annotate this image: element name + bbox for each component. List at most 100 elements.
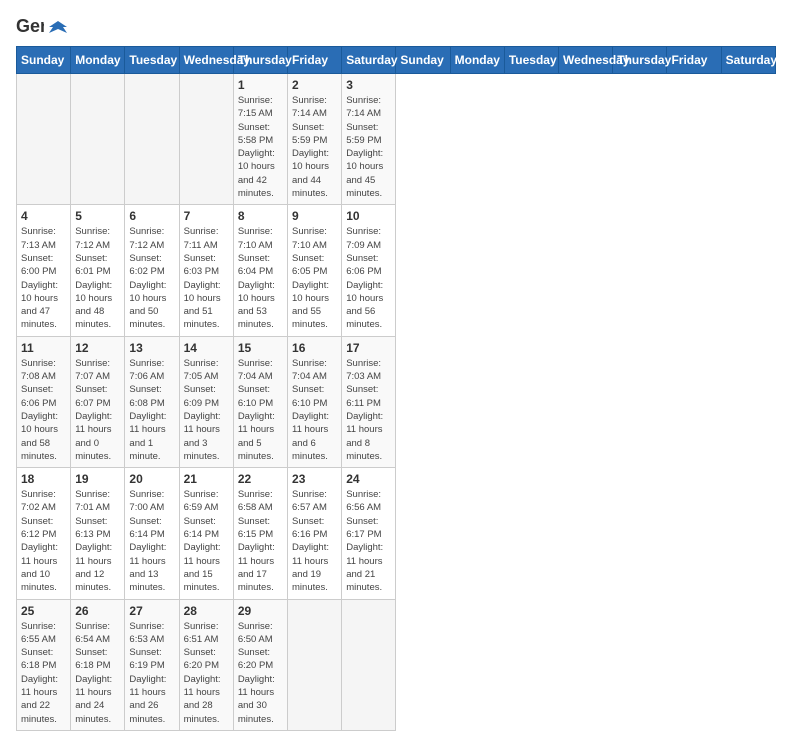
calendar-cell: 16Sunrise: 7:04 AM Sunset: 6:10 PM Dayli… <box>288 336 342 467</box>
day-number: 27 <box>129 604 174 618</box>
day-number: 4 <box>21 209 66 223</box>
calendar-cell: 9 Sunrise: 7:10 AM Sunset: 6:05 PM Daylig… <box>288 205 342 336</box>
calendar-cell <box>342 599 396 730</box>
calendar-week-row: 4 Sunrise: 7:13 AM Sunset: 6:00 PM Daylig… <box>17 205 776 336</box>
day-number: 14 <box>184 341 229 355</box>
day-number: 15 <box>238 341 283 355</box>
day-info: Sunrise: 7:07 AM Sunset: 6:07 PM Dayligh… <box>75 357 120 463</box>
svg-text:General: General <box>16 16 44 36</box>
day-info: Sunrise: 6:53 AM Sunset: 6:19 PM Dayligh… <box>129 620 174 726</box>
day-number: 28 <box>184 604 229 618</box>
calendar-cell: 14 Sunrise: 7:05 AM Sunset: 6:09 PM Dayli… <box>179 336 233 467</box>
calendar-cell: 25 Sunrise: 6:55 AM Sunset: 6:18 PM Dayli… <box>17 599 71 730</box>
day-info: Sunrise: 7:14 AM Sunset: 5:59 PM Dayligh… <box>346 94 391 200</box>
day-info: Sunrise: 7:00 AM Sunset: 6:14 PM Dayligh… <box>129 488 174 594</box>
calendar-cell: 23 Sunrise: 6:57 AM Sunset: 6:16 PM Dayli… <box>288 468 342 599</box>
day-number: 5 <box>75 209 120 223</box>
day-number: 1 <box>238 78 283 92</box>
calendar-cell: 6Sunrise: 7:12 AM Sunset: 6:02 PM Daylig… <box>125 205 179 336</box>
day-info: Sunrise: 7:02 AM Sunset: 6:12 PM Dayligh… <box>21 488 66 594</box>
day-info: Sunrise: 7:10 AM Sunset: 6:05 PM Dayligh… <box>292 225 337 331</box>
day-number: 7 <box>184 209 229 223</box>
day-info: Sunrise: 7:11 AM Sunset: 6:03 PM Dayligh… <box>184 225 229 331</box>
day-number: 20 <box>129 472 174 486</box>
day-number: 22 <box>238 472 283 486</box>
calendar-cell <box>17 74 71 205</box>
calendar-week-row: 25 Sunrise: 6:55 AM Sunset: 6:18 PM Dayli… <box>17 599 776 730</box>
day-info: Sunrise: 7:09 AM Sunset: 6:06 PM Dayligh… <box>346 225 391 331</box>
day-info: Sunrise: 7:05 AM Sunset: 6:09 PM Dayligh… <box>184 357 229 463</box>
calendar-cell: 2 Sunrise: 7:14 AM Sunset: 5:59 PM Daylig… <box>288 74 342 205</box>
day-number: 9 <box>292 209 337 223</box>
day-number: 8 <box>238 209 283 223</box>
weekday-header-thursday: Thursday <box>613 47 667 74</box>
calendar-cell: 12 Sunrise: 7:07 AM Sunset: 6:07 PM Dayli… <box>71 336 125 467</box>
logo-icon: General <box>16 16 44 38</box>
calendar-cell: 27 Sunrise: 6:53 AM Sunset: 6:19 PM Dayli… <box>125 599 179 730</box>
header-wednesday: Wednesday <box>179 47 233 74</box>
calendar-cell: 11Sunrise: 7:08 AM Sunset: 6:06 PM Dayli… <box>17 336 71 467</box>
day-info: Sunrise: 6:55 AM Sunset: 6:18 PM Dayligh… <box>21 620 66 726</box>
day-number: 13 <box>129 341 174 355</box>
calendar-cell: 13 Sunrise: 7:06 AM Sunset: 6:08 PM Dayli… <box>125 336 179 467</box>
day-info: Sunrise: 7:08 AM Sunset: 6:06 PM Dayligh… <box>21 357 66 463</box>
day-number: 23 <box>292 472 337 486</box>
day-number: 12 <box>75 341 120 355</box>
calendar-cell: 20 Sunrise: 7:00 AM Sunset: 6:14 PM Dayli… <box>125 468 179 599</box>
day-number: 10 <box>346 209 391 223</box>
calendar-header-row: SundayMondayTuesdayWednesdayThursdayFrid… <box>17 47 776 74</box>
day-number: 16 <box>292 341 337 355</box>
calendar-cell <box>125 74 179 205</box>
calendar-cell: 29Sunrise: 6:50 AM Sunset: 6:20 PM Dayli… <box>233 599 287 730</box>
day-info: Sunrise: 7:10 AM Sunset: 6:04 PM Dayligh… <box>238 225 283 331</box>
header-saturday: Saturday <box>342 47 396 74</box>
day-number: 18 <box>21 472 66 486</box>
day-info: Sunrise: 6:58 AM Sunset: 6:15 PM Dayligh… <box>238 488 283 594</box>
day-info: Sunrise: 7:01 AM Sunset: 6:13 PM Dayligh… <box>75 488 120 594</box>
day-info: Sunrise: 7:13 AM Sunset: 6:00 PM Dayligh… <box>21 225 66 331</box>
page-header: General <box>16 16 776 38</box>
day-number: 26 <box>75 604 120 618</box>
day-info: Sunrise: 7:12 AM Sunset: 6:01 PM Dayligh… <box>75 225 120 331</box>
logo: General <box>16 16 68 38</box>
calendar-cell: 26 Sunrise: 6:54 AM Sunset: 6:18 PM Dayli… <box>71 599 125 730</box>
day-number: 29 <box>238 604 283 618</box>
day-number: 24 <box>346 472 391 486</box>
day-info: Sunrise: 7:14 AM Sunset: 5:59 PM Dayligh… <box>292 94 337 200</box>
day-info: Sunrise: 7:06 AM Sunset: 6:08 PM Dayligh… <box>129 357 174 463</box>
calendar-cell: 10 Sunrise: 7:09 AM Sunset: 6:06 PM Dayli… <box>342 205 396 336</box>
calendar-week-row: 18 Sunrise: 7:02 AM Sunset: 6:12 PM Dayli… <box>17 468 776 599</box>
day-number: 3 <box>346 78 391 92</box>
logo-container <box>48 17 68 38</box>
calendar-week-row: 11Sunrise: 7:08 AM Sunset: 6:06 PM Dayli… <box>17 336 776 467</box>
day-info: Sunrise: 6:56 AM Sunset: 6:17 PM Dayligh… <box>346 488 391 594</box>
day-number: 19 <box>75 472 120 486</box>
calendar-cell: 1Sunrise: 7:15 AM Sunset: 5:58 PM Daylig… <box>233 74 287 205</box>
header-monday: Monday <box>71 47 125 74</box>
day-number: 6 <box>129 209 174 223</box>
header-friday: Friday <box>288 47 342 74</box>
calendar-cell: 22 Sunrise: 6:58 AM Sunset: 6:15 PM Dayli… <box>233 468 287 599</box>
day-info: Sunrise: 7:04 AM Sunset: 6:10 PM Dayligh… <box>238 357 283 463</box>
day-info: Sunrise: 6:51 AM Sunset: 6:20 PM Dayligh… <box>184 620 229 726</box>
calendar-cell: 28 Sunrise: 6:51 AM Sunset: 6:20 PM Dayli… <box>179 599 233 730</box>
weekday-header-friday: Friday <box>667 47 721 74</box>
logo-bird-icon <box>49 19 67 37</box>
day-number: 2 <box>292 78 337 92</box>
calendar-cell: 3 Sunrise: 7:14 AM Sunset: 5:59 PM Daylig… <box>342 74 396 205</box>
day-info: Sunrise: 6:54 AM Sunset: 6:18 PM Dayligh… <box>75 620 120 726</box>
calendar-cell: 15 Sunrise: 7:04 AM Sunset: 6:10 PM Dayli… <box>233 336 287 467</box>
calendar-cell <box>288 599 342 730</box>
header-sunday: Sunday <box>17 47 71 74</box>
day-info: Sunrise: 6:59 AM Sunset: 6:14 PM Dayligh… <box>184 488 229 594</box>
header-thursday: Thursday <box>233 47 287 74</box>
calendar-cell: 18 Sunrise: 7:02 AM Sunset: 6:12 PM Dayli… <box>17 468 71 599</box>
day-number: 21 <box>184 472 229 486</box>
calendar-cell: 24 Sunrise: 6:56 AM Sunset: 6:17 PM Dayli… <box>342 468 396 599</box>
day-info: Sunrise: 6:57 AM Sunset: 6:16 PM Dayligh… <box>292 488 337 594</box>
weekday-header-wednesday: Wednesday <box>559 47 613 74</box>
weekday-header-sunday: Sunday <box>396 47 450 74</box>
calendar-cell: 19 Sunrise: 7:01 AM Sunset: 6:13 PM Dayli… <box>71 468 125 599</box>
day-number: 25 <box>21 604 66 618</box>
calendar-cell <box>179 74 233 205</box>
